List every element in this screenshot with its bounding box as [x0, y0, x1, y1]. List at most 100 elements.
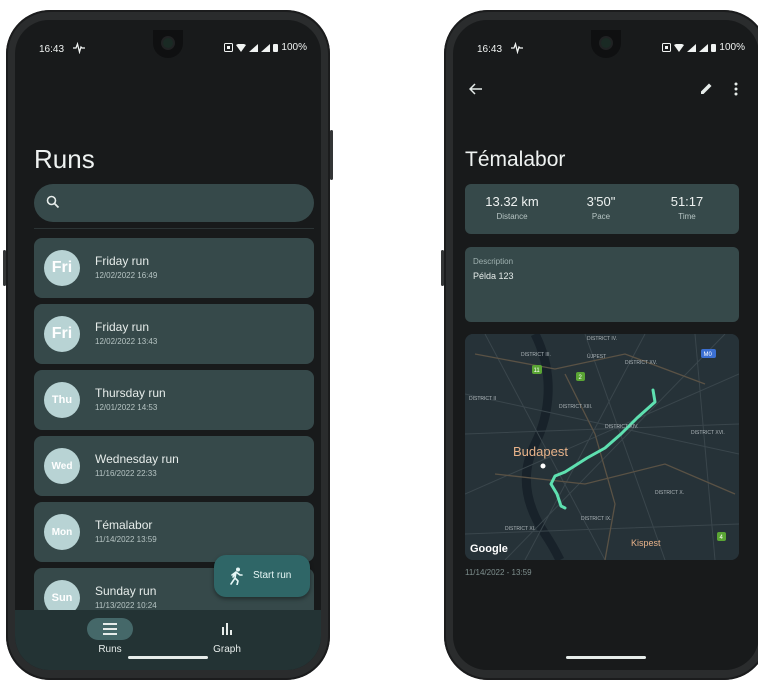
- stats-card: 13.32 km Distance 3'50" Pace 51:17 Time: [465, 184, 739, 234]
- district-label: ÚJPEST: [587, 353, 606, 360]
- run-date: 12/02/2022 16:49: [95, 271, 158, 280]
- nav-label-runs: Runs: [98, 644, 122, 655]
- search-bar[interactable]: [34, 184, 314, 222]
- stat-pace: 3'50" Pace: [561, 194, 641, 221]
- activity-icon: [511, 42, 523, 54]
- stat-value: 3'50": [586, 194, 616, 209]
- gesture-bar[interactable]: [566, 656, 646, 659]
- district-label: DISTRICT IX.: [581, 516, 611, 522]
- battery-icon: [273, 44, 279, 52]
- battery-text: 100%: [281, 42, 307, 53]
- phone-detail: 16:43 100% Témalabor 13.32 km Distance 3…: [441, 10, 758, 680]
- more-options-icon[interactable]: [734, 82, 738, 96]
- activity-icon: [73, 42, 85, 54]
- run-name: Friday run: [95, 320, 150, 334]
- search-icon: [46, 195, 60, 209]
- running-icon: [230, 567, 243, 585]
- wifi-icon: [674, 43, 685, 52]
- stat-value: 51:17: [670, 194, 704, 209]
- page-title: Runs: [34, 144, 95, 174]
- bar-chart-icon: [222, 623, 232, 635]
- run-date: 11/16/2022 22:33: [95, 469, 157, 478]
- start-run-label: Start run: [253, 570, 292, 581]
- route-badge-label: M0: [704, 352, 713, 358]
- district-label: DISTRICT XI.: [505, 526, 535, 532]
- day-avatar: Wed: [44, 448, 80, 484]
- status-time: 16:43: [477, 44, 503, 55]
- signal-icon: [249, 43, 259, 52]
- run-date-range: 11/14/2022 - 13:59: [465, 568, 532, 577]
- district-label: DISTRICT II: [469, 396, 496, 402]
- bottom-navigation: Runs Graph: [15, 610, 321, 670]
- map-attribution: Google: [470, 543, 508, 555]
- route-map[interactable]: Budapest DISTRICT IV. DISTRICT III. ÚJPE…: [465, 334, 739, 560]
- day-avatar: Fri: [44, 250, 80, 286]
- district-label: DISTRICT X.: [655, 490, 684, 496]
- power-button: [330, 130, 333, 180]
- run-date: 11/13/2022 10:24: [95, 601, 157, 610]
- divider: [34, 228, 314, 229]
- start-run-button[interactable]: Start run: [214, 555, 310, 597]
- run-name: Témalabor: [95, 518, 153, 532]
- run-title: Témalabor: [465, 148, 566, 171]
- run-card[interactable]: Wed Wednesday run 11/16/2022 22:33: [34, 436, 314, 496]
- nav-item-runs[interactable]: Runs: [60, 618, 160, 655]
- nav-item-graph[interactable]: Graph: [177, 618, 277, 655]
- status-time: 16:43: [39, 44, 65, 55]
- wifi-icon: [236, 43, 247, 52]
- edit-icon[interactable]: [700, 82, 713, 95]
- description-field[interactable]: Description Példa 123: [465, 247, 739, 322]
- nav-label-graph: Graph: [213, 644, 241, 655]
- run-name: Sunday run: [95, 584, 157, 598]
- detail-screen: 16:43 100% Témalabor 13.32 km Distance 3…: [453, 20, 758, 670]
- description-label: Description: [473, 257, 514, 266]
- run-card[interactable]: Thu Thursday run 12/01/2022 14:53: [34, 370, 314, 430]
- gesture-bar[interactable]: [128, 656, 208, 659]
- district-label: DISTRICT XVI.: [691, 430, 725, 436]
- run-card[interactable]: Fri Friday run 12/02/2022 16:49: [34, 238, 314, 298]
- district-label: Kispest: [631, 538, 661, 548]
- signal-icon-2: [261, 43, 271, 52]
- day-avatar: Thu: [44, 382, 80, 418]
- run-card[interactable]: Mon Témalabor 11/14/2022 13:59: [34, 502, 314, 562]
- status-icons: 100%: [224, 42, 307, 53]
- list-icon: [103, 623, 117, 635]
- run-date: 11/14/2022 13:59: [95, 535, 157, 544]
- nav-pill-active: [87, 618, 133, 640]
- district-label: DISTRICT IV.: [587, 336, 617, 342]
- city-label: Budapest: [513, 444, 568, 459]
- route-badge-label: 11: [534, 368, 541, 374]
- district-label: DISTRICT XIV.: [605, 424, 638, 430]
- stat-value: 13.32 km: [485, 194, 539, 209]
- district-label: DISTRICT III.: [521, 352, 551, 358]
- stat-label: Pace: [591, 212, 611, 221]
- map-canvas: Budapest DISTRICT IV. DISTRICT III. ÚJPE…: [465, 334, 739, 560]
- signal-icon: [687, 43, 697, 52]
- nav-pill: [204, 618, 250, 640]
- run-card[interactable]: Fri Friday run 12/02/2022 13:43: [34, 304, 314, 364]
- district-label: DISTRICT XV.: [625, 360, 657, 366]
- back-arrow-icon[interactable]: [469, 83, 483, 95]
- city-marker: [540, 463, 546, 469]
- battery-icon: [711, 44, 717, 52]
- day-avatar: Mon: [44, 514, 80, 550]
- run-name: Wednesday run: [95, 452, 179, 466]
- run-name: Thursday run: [95, 386, 166, 400]
- stat-label: Time: [678, 212, 696, 221]
- signal-icon-2: [699, 43, 709, 52]
- stat-label: Distance: [496, 212, 528, 221]
- volume-button: [3, 250, 6, 286]
- run-date: 12/02/2022 13:43: [95, 337, 158, 346]
- volume-button: [441, 250, 444, 286]
- battery-text: 100%: [719, 42, 745, 53]
- runs-screen: 16:43 100% Runs Fri Friday run 12/02/202…: [15, 20, 321, 670]
- day-avatar: Fri: [44, 316, 80, 352]
- stat-distance: 13.32 km Distance: [472, 194, 552, 221]
- phone-runs: 16:43 100% Runs Fri Friday run 12/02/202…: [3, 10, 333, 680]
- status-icons: 100%: [662, 42, 745, 53]
- run-name: Friday run: [95, 254, 150, 268]
- run-date: 12/01/2022 14:53: [95, 403, 158, 412]
- nfc-icon: [224, 43, 234, 52]
- district-label: DISTRICT XIII.: [559, 404, 592, 410]
- nfc-icon: [662, 43, 672, 52]
